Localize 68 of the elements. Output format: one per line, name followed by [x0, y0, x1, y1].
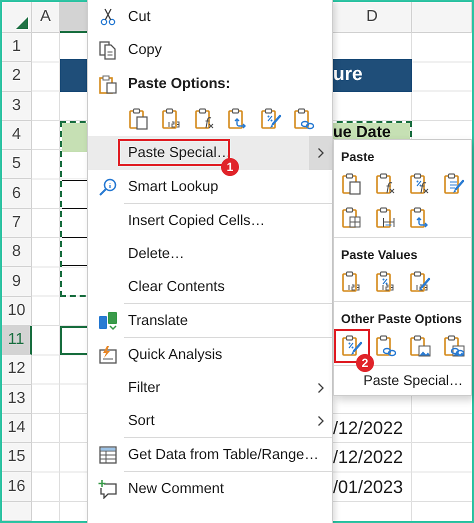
chevron-icon — [316, 414, 324, 426]
row-header[interactable]: 14 — [2, 414, 32, 444]
row-header[interactable]: 2 — [2, 62, 32, 92]
row-header[interactable]: 5 — [2, 150, 32, 180]
menu-item[interactable]: Filter — [88, 371, 332, 404]
menu-item[interactable]: Quick Analysis — [88, 338, 332, 371]
clipboard-chain-icon[interactable] — [375, 334, 397, 358]
clipboard-digits-brush-icon[interactable] — [409, 270, 431, 294]
menu-item[interactable]: Get Data from Table/Range… — [88, 438, 332, 471]
copy-icon — [98, 40, 118, 60]
chevron-icon — [316, 382, 324, 394]
clipboard-brush-icon[interactable] — [341, 334, 363, 358]
row-header[interactable]: 15 — [2, 443, 32, 472]
callout-badge: 2 — [356, 354, 374, 372]
clipboard-page-icon[interactable] — [128, 106, 150, 130]
row-header[interactable]: 7 — [2, 208, 32, 238]
date-cell-text: /12/2022 — [333, 446, 404, 470]
clipboard-function-icon[interactable] — [194, 106, 216, 130]
section-heading: Paste — [340, 149, 376, 166]
row-header[interactable]: 4 — [2, 120, 32, 150]
menu-item[interactable]: Cut — [88, 0, 332, 33]
clipboard-chain-picture-icon[interactable] — [443, 334, 465, 358]
menu-item[interactable]: Sort — [88, 404, 332, 437]
row-header[interactable]: 11 — [2, 326, 32, 356]
section-heading: Other Paste Options — [340, 311, 463, 328]
menu-item[interactable]: Copy — [88, 33, 332, 66]
chevron-icon — [316, 147, 324, 159]
menu-item[interactable]: Delete… — [88, 237, 332, 270]
row-header[interactable]: 9 — [2, 267, 32, 297]
menu-item[interactable]: Insert Copied Cells… — [88, 204, 332, 237]
row-header[interactable]: 13 — [2, 384, 32, 414]
clipboard-percent-function-icon[interactable] — [409, 172, 431, 196]
clipboard-brush-icon[interactable] — [443, 172, 465, 196]
column-header[interactable]: D — [333, 2, 412, 33]
section-heading: Paste Values — [340, 247, 418, 264]
clipboard-grid-icon[interactable] — [341, 206, 363, 230]
menu-item[interactable]: Translate — [88, 304, 332, 337]
clipboard-icon — [98, 74, 118, 94]
clipboard-brush-icon[interactable] — [260, 106, 282, 130]
header-text: ue Date — [333, 124, 392, 141]
section-heading: Paste Options: — [128, 76, 230, 92]
column-header[interactable]: A — [32, 2, 60, 33]
clipboard-page-icon[interactable] — [341, 172, 363, 196]
menu-item[interactable]: New Comment — [88, 472, 332, 505]
row-header[interactable]: 10 — [2, 296, 32, 326]
menu-item[interactable]: Clear Contents — [88, 270, 332, 303]
select-all-button[interactable] — [2, 2, 32, 33]
search-icon — [98, 176, 118, 196]
row-header[interactable]: 1 — [2, 33, 32, 62]
table-icon — [98, 444, 118, 464]
comment-icon — [98, 478, 118, 498]
row-header[interactable]: 6 — [2, 179, 32, 209]
row-header[interactable]: 16 — [2, 472, 32, 502]
clipboard-picture-icon[interactable] — [409, 334, 431, 358]
date-cell-text: /12/2022 — [333, 417, 404, 440]
clipboard-columns-icon[interactable] — [375, 206, 397, 230]
lightning-box-icon — [98, 344, 118, 364]
callout-badge: 1 — [221, 158, 239, 176]
translate-icon — [98, 310, 118, 330]
date-cell-text: /01/2023 — [333, 476, 404, 499]
scissors-icon — [98, 6, 118, 26]
select-all-icon[interactable] — [16, 17, 28, 29]
title-text: ure — [333, 64, 364, 86]
row-header[interactable]: 8 — [2, 238, 32, 268]
clipboard-function-icon[interactable] — [375, 172, 397, 196]
clipboard-chain-icon[interactable] — [293, 106, 315, 130]
row-header[interactable]: 12 — [2, 355, 32, 385]
row-header[interactable]: 3 — [2, 92, 32, 121]
